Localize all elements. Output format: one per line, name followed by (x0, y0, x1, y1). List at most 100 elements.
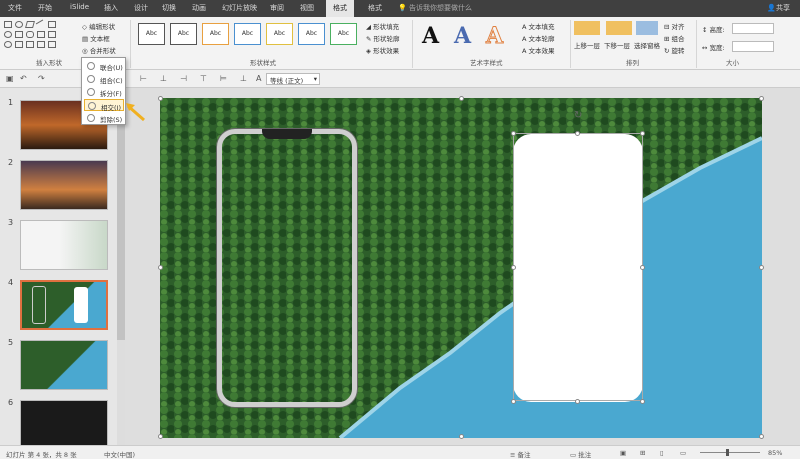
zoom-level[interactable]: 85% (768, 449, 782, 457)
menu-item-intersect[interactable]: 相交(I) (84, 99, 124, 112)
bracket-shape-icon[interactable] (48, 31, 56, 38)
arrow-shape-icon[interactable] (26, 41, 34, 48)
tab-design[interactable]: 设计 (134, 3, 148, 13)
bring-forward-icon[interactable] (574, 21, 600, 35)
resize-handle[interactable] (575, 399, 580, 404)
textbox-shape-icon[interactable] (48, 21, 56, 28)
shape-style-6[interactable]: Abc (298, 23, 325, 45)
resize-handle[interactable] (511, 265, 516, 270)
phone-frame-shape[interactable] (217, 129, 357, 407)
align-top-icon[interactable]: ⊤ (200, 74, 207, 83)
tab-animations[interactable]: 动画 (192, 3, 206, 13)
textbox-button[interactable]: ▤ 文本框 (82, 33, 110, 43)
picture-handle[interactable] (759, 265, 764, 270)
text-fill-button[interactable]: A 文本填充 (522, 21, 555, 31)
picture-handle[interactable] (759, 96, 764, 101)
picture-handle[interactable] (759, 434, 764, 439)
resize-handle[interactable] (640, 131, 645, 136)
picture-handle[interactable] (459, 434, 464, 439)
zoom-slider-thumb[interactable] (726, 449, 729, 456)
slide-canvas[interactable] (160, 98, 762, 438)
shape-style-7[interactable]: Abc (330, 23, 357, 45)
selection-pane-label[interactable]: 选择窗格 (634, 40, 660, 50)
height-input[interactable] (732, 23, 774, 34)
shape-style-3[interactable]: Abc (202, 23, 229, 45)
thumbnail-scrollbar[interactable] (117, 95, 125, 445)
language-indicator[interactable]: 中文(中国) (104, 449, 135, 459)
text-outline-button[interactable]: A 文本轮廓 (522, 33, 555, 43)
line-shape-icon[interactable] (35, 19, 47, 30)
rounded-rect-shape-icon[interactable] (26, 31, 34, 38)
parallelogram-shape-icon[interactable] (25, 21, 35, 28)
wordart-style-orange[interactable]: A (485, 23, 503, 50)
scrollbar-thumb[interactable] (117, 95, 125, 340)
edit-shape-button[interactable]: ◇ 编辑形状 (82, 21, 115, 31)
tab-file[interactable]: 文件 (8, 3, 22, 13)
notes-button[interactable]: ≡ 备注 (510, 449, 531, 459)
tab-home[interactable]: 开始 (38, 3, 52, 13)
shape-style-5[interactable]: Abc (266, 23, 293, 45)
smiley-shape-icon[interactable] (4, 41, 12, 48)
menu-item-subtract[interactable]: 剪除(S) (84, 112, 124, 124)
width-input[interactable] (732, 41, 774, 52)
shape-style-1[interactable]: Abc (138, 23, 165, 45)
shapes-gallery[interactable] (4, 19, 76, 51)
resize-handle[interactable] (640, 399, 645, 404)
picture-handle[interactable] (459, 96, 464, 101)
bring-forward-label[interactable]: 上移一层 (574, 40, 600, 50)
menu-item-combine[interactable]: 组合(C) (84, 73, 124, 85)
circle-shape-icon[interactable] (4, 31, 12, 38)
font-icon[interactable]: A (256, 74, 261, 83)
align-center-icon[interactable]: ⊥ (160, 74, 167, 83)
shape-fill-button[interactable]: ◢ 形状填充 (366, 21, 399, 31)
triangle-shape-icon[interactable] (37, 31, 45, 38)
picture-handle[interactable] (158, 265, 163, 270)
slide-thumbnail-4[interactable] (20, 280, 108, 330)
save-icon[interactable]: ▣ (6, 74, 14, 83)
align-button[interactable]: ⊟ 对齐 (664, 21, 685, 31)
tab-review[interactable]: 审阅 (270, 3, 284, 13)
normal-view-icon[interactable]: ▣ (620, 449, 626, 457)
rotate-button[interactable]: ↻ 旋转 (664, 45, 685, 55)
merge-shapes-button[interactable]: ◎ 合并形状 (82, 45, 116, 55)
star-shape-icon[interactable] (15, 41, 23, 48)
rotate-handle-icon[interactable]: ↻ (574, 110, 582, 121)
undo-icon[interactable]: ↶ (20, 74, 27, 83)
wordart-style-blue[interactable]: A (454, 23, 471, 49)
tab-insert[interactable]: 插入 (104, 3, 118, 13)
share-button[interactable]: 👤共享 (767, 3, 790, 13)
align-left-icon[interactable]: ⊢ (140, 74, 147, 83)
shape-style-4[interactable]: Abc (234, 23, 261, 45)
tab-format[interactable]: 格式 (326, 0, 354, 17)
shape-outline-button[interactable]: ✎ 形状轮廓 (366, 33, 400, 43)
zoom-slider[interactable] (700, 452, 760, 453)
slide-thumbnail-5[interactable] (20, 340, 108, 390)
brace-shape-icon[interactable] (37, 41, 45, 48)
picture-handle[interactable] (158, 96, 163, 101)
font-selector[interactable]: 等线 (正文) ▾ (266, 73, 320, 85)
slide-sorter-icon[interactable]: ⊞ (640, 449, 645, 457)
shape-style-2[interactable]: Abc (170, 23, 197, 45)
callout-shape-icon[interactable] (48, 41, 56, 48)
tab-transitions[interactable]: 切换 (162, 3, 176, 13)
slide-thumbnail-3[interactable] (20, 220, 108, 270)
resize-handle[interactable] (640, 265, 645, 270)
menu-item-fragment[interactable]: 拆分(F) (84, 86, 124, 98)
tab-slideshow[interactable]: 幻灯片放映 (222, 3, 257, 13)
menu-item-union[interactable]: 联合(U) (84, 60, 124, 72)
send-backward-label[interactable]: 下移一层 (604, 40, 630, 50)
tab-islide[interactable]: iSlide (70, 3, 89, 11)
resize-handle[interactable] (511, 131, 516, 136)
reading-view-icon[interactable]: ▯ (660, 449, 664, 457)
wordart-style-black[interactable]: A (422, 23, 439, 49)
align-middle-icon[interactable]: ⊨ (220, 74, 227, 83)
text-effects-button[interactable]: A 文本效果 (522, 45, 555, 55)
group-button[interactable]: ⊞ 组合 (664, 33, 685, 43)
align-right-icon[interactable]: ⊣ (180, 74, 187, 83)
comments-button[interactable]: ▭ 批注 (570, 449, 591, 459)
square-shape-icon[interactable] (15, 31, 23, 38)
shape-effects-button[interactable]: ◈ 形状效果 (366, 45, 399, 55)
redo-icon[interactable]: ↷ (38, 74, 45, 83)
picture-handle[interactable] (158, 434, 163, 439)
oval-shape-icon[interactable] (15, 21, 23, 28)
